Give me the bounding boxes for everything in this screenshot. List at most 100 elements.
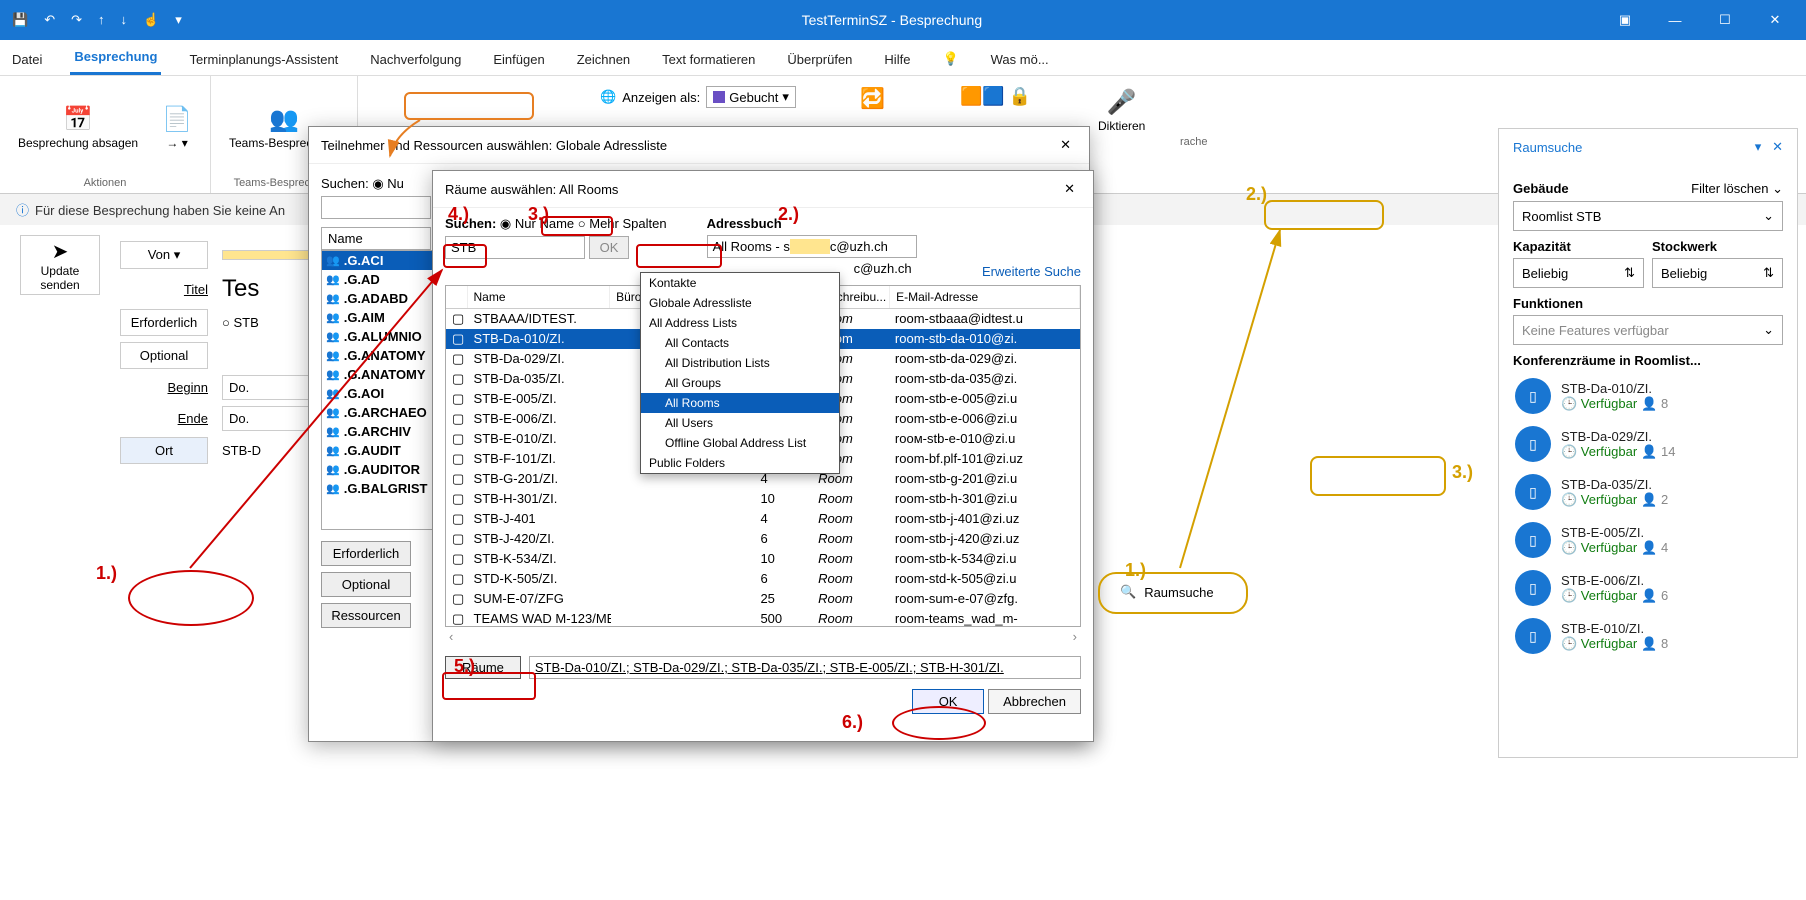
rooms-addressbook-dropdown[interactable]: All Rooms - sc@uzh.ch (707, 235, 917, 258)
save-icon[interactable]: 💾 (12, 12, 28, 28)
close-icon[interactable]: ✕ (1752, 5, 1798, 35)
gal-row[interactable]: 👥.G.ALUMNIO (322, 327, 432, 346)
filter-loeschen-link[interactable]: Filter löschen ⌄ (1691, 181, 1783, 197)
gal-required-button[interactable]: Erforderlich (321, 541, 411, 566)
rooms-nurname-radio[interactable]: ◉ Nur Name (500, 216, 574, 231)
showas-dropdown[interactable]: Gebucht ▾ (706, 86, 796, 108)
gal-close-icon[interactable]: ✕ (1054, 135, 1077, 155)
roomfinder-close-icon[interactable]: ✕ (1772, 139, 1783, 154)
private-icon[interactable]: 🔒 (1009, 86, 1031, 107)
tab-text-formatieren[interactable]: Text formatieren (658, 44, 759, 75)
tab-einfuegen[interactable]: Einfügen (489, 44, 548, 75)
gal-row[interactable]: 👥.G.ADABD (322, 289, 432, 308)
globe-icon[interactable]: 🌐 (600, 89, 616, 105)
ort-field[interactable]: STB-D (222, 443, 261, 458)
ab-option[interactable]: Kontakte (641, 273, 839, 293)
redo-icon[interactable]: ↷ (71, 12, 82, 28)
tell-me-text[interactable]: Was mö... (987, 44, 1053, 75)
col-name[interactable]: Name (468, 286, 611, 308)
gal-row[interactable]: 👥.G.ACI (322, 251, 432, 270)
kapazitaet-select[interactable]: Beliebig⇅ (1513, 258, 1644, 288)
tab-terminplanung[interactable]: Terminplanungs-Assistent (185, 44, 342, 75)
rooms-ok-button[interactable]: OK (912, 689, 985, 714)
undo-icon[interactable]: ↶ (44, 12, 55, 28)
touch-icon[interactable]: ☝ (143, 12, 159, 28)
scroll-left-icon[interactable]: ‹ (449, 629, 453, 644)
rooms-close-icon[interactable]: ✕ (1058, 179, 1081, 199)
tab-besprechung[interactable]: Besprechung (70, 41, 161, 75)
roomfinder-room-item[interactable]: ▯STB-E-005/ZI.🕒 Verfügbar 👤 4 (1513, 516, 1783, 564)
rooms-mehrspalten-radio[interactable]: ○ Mehr Spalten (578, 216, 667, 231)
gal-search-input[interactable] (321, 196, 431, 219)
ab-option-selected[interactable]: All Rooms (641, 393, 839, 413)
gal-row[interactable]: 👥.G.ANATOMY (322, 365, 432, 384)
raeume-button[interactable]: Räume (445, 656, 521, 679)
erweiterte-suche-link[interactable]: Erweiterte Suche (982, 264, 1081, 279)
ab-option[interactable]: All Contacts (641, 333, 839, 353)
tab-zeichnen[interactable]: Zeichnen (573, 44, 634, 75)
rooms-table-row[interactable]: ▢SUM-E-07/ZFG25Roomroom-sum-e-07@zfg. (446, 589, 1080, 609)
gal-row[interactable]: 👥.G.ANATOMY (322, 346, 432, 365)
ribbon-display-icon[interactable]: ▣ (1602, 5, 1648, 35)
tab-datei[interactable]: Datei (8, 44, 46, 75)
gal-optional-button[interactable]: Optional (321, 572, 411, 597)
categorize-icon[interactable]: 🟧🟦 (960, 86, 1005, 107)
ab-option[interactable]: All Address Lists (641, 313, 839, 333)
roomfinder-room-item[interactable]: ▯STB-Da-010/ZI.🕒 Verfügbar 👤 8 (1513, 372, 1783, 420)
send-update-button[interactable]: ➤ Update senden (20, 235, 100, 295)
rooms-search-input[interactable] (445, 236, 585, 259)
ab-option[interactable]: Globale Adressliste (641, 293, 839, 313)
optional-button[interactable]: Optional (120, 342, 208, 369)
rooms-table-row[interactable]: ▢STB-J-4014Roomroom-stb-j-401@zi.uz (446, 509, 1080, 529)
tab-nachverfolgung[interactable]: Nachverfolgung (366, 44, 465, 75)
von-button[interactable]: Von ▾ (120, 241, 208, 269)
recurrence-icon[interactable]: 🔁 (860, 86, 885, 111)
gal-row[interactable]: 👥.G.AUDITOR (322, 460, 432, 479)
roomfinder-room-item[interactable]: ▯STB-E-006/ZI.🕒 Verfügbar 👤 6 (1513, 564, 1783, 612)
ab-option[interactable]: All Distribution Lists (641, 353, 839, 373)
tell-me-icon[interactable]: 💡 (938, 43, 962, 75)
gal-row[interactable]: 👥.G.AUDIT (322, 441, 432, 460)
addressbook-dropdown-list[interactable]: Kontakte Globale Adressliste All Address… (640, 272, 840, 474)
gal-list[interactable]: 👥.G.ACI 👥.G.AD 👥.G.ADABD 👥.G.AIM 👥.G.ALU… (321, 250, 433, 530)
gal-resources-button[interactable]: Ressourcen (321, 603, 411, 628)
col-email[interactable]: E-Mail-Adresse (890, 286, 1080, 308)
ab-option[interactable]: Public Folders (641, 453, 839, 473)
maximize-icon[interactable]: ☐ (1702, 5, 1748, 35)
funktionen-select[interactable]: Keine Features verfügbar ⌄ (1513, 315, 1783, 345)
rooms-table-row[interactable]: ▢STB-J-420/ZI.6Roomroom-stb-j-420@zi.uz (446, 529, 1080, 549)
tab-hilfe[interactable]: Hilfe (880, 44, 914, 75)
minimize-icon[interactable]: — (1652, 5, 1698, 35)
gal-row[interactable]: 👥.G.AOI (322, 384, 432, 403)
cancel-meeting-button[interactable]: 📅 Besprechung absagen (10, 101, 146, 154)
raumsuche-button[interactable]: 🔍 Raumsuche (1110, 578, 1224, 606)
building-select[interactable]: Roomlist STB ⌄ (1513, 201, 1783, 231)
rooms-table-row[interactable]: ▢TEAMS WAD M-123/MEDGE500Roomroom-teams_… (446, 609, 1080, 627)
required-button[interactable]: Erforderlich (120, 309, 208, 336)
ab-option[interactable]: Offline Global Address List (641, 433, 839, 453)
tab-ueberpruefen[interactable]: Überprüfen (783, 44, 856, 75)
gal-row[interactable]: 👥.G.BALGRIST (322, 479, 432, 498)
roomfinder-room-item[interactable]: ▯STB-E-010/ZI.🕒 Verfügbar 👤 8 (1513, 612, 1783, 660)
roomfinder-chevron-icon[interactable]: ▾ (1755, 139, 1762, 154)
scroll-right-icon[interactable]: › (1073, 629, 1077, 644)
diktieren-button[interactable]: 🎤 Diktieren (1090, 84, 1153, 137)
roomfinder-room-item[interactable]: ▯STB-Da-029/ZI.🕒 Verfügbar 👤 14 (1513, 420, 1783, 468)
title-field[interactable]: Tes (222, 275, 259, 303)
gal-row[interactable]: 👥.G.AD (322, 270, 432, 289)
required-field[interactable]: ○ STB (222, 315, 259, 330)
rooms-table-row[interactable]: ▢STD-K-505/ZI.6Roomroom-std-k-505@zi.u (446, 569, 1080, 589)
roomfinder-room-item[interactable]: ▯STB-Da-035/ZI.🕒 Verfügbar 👤 2 (1513, 468, 1783, 516)
ort-button[interactable]: Ort (120, 437, 208, 464)
stockwerk-select[interactable]: Beliebig⇅ (1652, 258, 1783, 288)
gal-row[interactable]: 👥.G.ARCHIV (322, 422, 432, 441)
forward-button[interactable]: 📄 → ▾ (154, 101, 200, 154)
ab-option[interactable]: All Groups (641, 373, 839, 393)
down-arrow-icon[interactable]: ↓ (121, 12, 128, 28)
rooms-table-row[interactable]: ▢STB-H-301/ZI.10Roomroom-stb-h-301@zi.u (446, 489, 1080, 509)
gal-row[interactable]: 👥.G.ARCHAEO (322, 403, 432, 422)
gal-nurname-radio[interactable]: ◉ Nu (372, 176, 404, 191)
rooms-table-row[interactable]: ▢STB-K-534/ZI.10Roomroom-stb-k-534@zi.u (446, 549, 1080, 569)
up-arrow-icon[interactable]: ↑ (98, 12, 105, 28)
ab-option[interactable]: All Users (641, 413, 839, 433)
